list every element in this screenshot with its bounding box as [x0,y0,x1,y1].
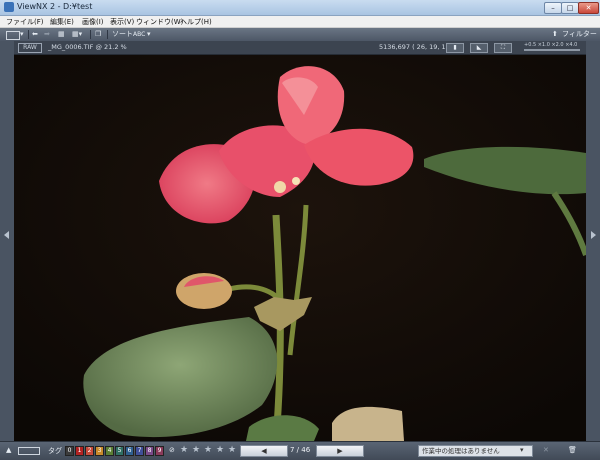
grid-dropdown-icon[interactable]: ▦▾ [72,30,82,39]
dropdown-icon[interactable]: ▾ [20,30,24,39]
next-image-button[interactable]: ▶ [316,445,364,457]
menu-edit[interactable]: 編集(E) [50,17,74,27]
app-icon [4,2,14,12]
filter-icon[interactable]: ⬆ [552,30,558,39]
menu-image[interactable]: 画像(I) [82,17,104,27]
image-info-bar: RAW _MG_0006.TIF @ 21.2 % 5136,697 ( 26,… [14,41,586,55]
menu-window[interactable]: ウィンドウ(W) [136,17,183,27]
raw-badge: RAW [18,43,42,53]
rating-star-3[interactable]: ★ [204,445,212,455]
minimize-button[interactable]: – [544,2,562,14]
close-button[interactable]: ✕ [578,2,599,14]
image-viewer[interactable] [14,55,586,441]
sort-value[interactable]: ABC [133,30,145,39]
up-arrow-icon[interactable]: ▲ [6,446,11,454]
file-info: _MG_0006.TIF @ 21.2 % [48,43,127,51]
info-toggle-button[interactable]: ▮ [446,43,464,53]
trash-icon[interactable]: 🗑 [568,446,577,454]
right-panel-strip[interactable] [586,41,600,441]
grid-icon[interactable]: ▦ [58,30,65,39]
back-arrow-icon[interactable]: ⬅ [32,30,38,39]
sort-label: ソート [112,30,133,38]
title-bar: ViewNX 2 - D:¥test – □ ✕ [0,0,600,16]
zoom-slider[interactable] [524,49,580,51]
status-dropdown-icon[interactable]: ▾ [520,446,524,454]
rating-star-5[interactable]: ★ [228,445,236,455]
histogram-button[interactable]: ◣ [470,43,488,53]
label-0[interactable]: 0 [65,446,74,456]
label-4[interactable]: 4 [105,446,114,456]
toolbar: ▾ ⬅ ➡ ▦ ▦▾ ❐ ソート ABC ▾ ⬆ フィルター [0,28,600,42]
cancel-icon[interactable]: ✕ [543,446,549,454]
no-rating-icon[interactable]: ⊘ [169,446,175,454]
label-3[interactable]: 3 [95,446,104,456]
pixel-coordinate-readout: 5136,697 ( 26, 19, 15 ) [379,43,455,51]
rating-star-4[interactable]: ★ [216,445,224,455]
label-8[interactable]: 8 [145,446,154,456]
copy-icon[interactable]: ❐ [95,30,101,39]
label-6[interactable]: 6 [125,446,134,456]
menu-bar: ファイル(F) 編集(E) 画像(I) 表示(V) ウィンドウ(W) ヘルプ(H… [0,16,600,28]
label-7[interactable]: 7 [135,446,144,456]
label-1[interactable]: 1 [75,446,84,456]
flower-photo [14,55,586,441]
label-2[interactable]: 2 [85,446,94,456]
filter-button[interactable]: フィルター [562,30,597,39]
forward-arrow-icon[interactable]: ➡ [44,30,50,39]
image-counter: 7 / 46 [290,446,311,454]
app-window: ViewNX 2 - D:¥test – □ ✕ ファイル(F) 編集(E) 画… [0,0,600,460]
menu-help[interactable]: ヘルプ(H) [180,17,212,27]
label-9[interactable]: 9 [155,446,164,456]
layout-icon[interactable] [6,31,20,40]
tag-label: タグ [48,447,62,455]
menu-view[interactable]: 表示(V) [110,17,134,27]
rating-star-2[interactable]: ★ [192,445,200,455]
fit-screen-button[interactable]: ⛶ [494,43,512,53]
panel-arrow-icon[interactable] [591,231,596,239]
filmstrip-icon[interactable] [18,447,40,455]
left-panel-strip[interactable] [0,41,14,441]
previous-image-button[interactable]: ◀ [240,445,288,457]
maximize-button[interactable]: □ [561,2,579,14]
zoom-scale: +0.5 ×1.0 ×2.0 ×4.0 [524,42,578,48]
menu-file[interactable]: ファイル(F) [6,17,44,27]
window-title: ViewNX 2 - D:¥test [17,2,93,11]
bottom-bar: ▲ タグ 0 1 2 3 4 5 6 7 8 9 ⊘ ★ ★ ★ ★ ★ ◀ 7… [0,441,600,460]
panel-arrow-icon[interactable] [4,231,9,239]
label-5[interactable]: 5 [115,446,124,456]
rating-star-1[interactable]: ★ [180,445,188,455]
status-dropdown[interactable]: 作業中の処理はありません [418,445,533,457]
sort-dropdown-icon[interactable]: ▾ [147,30,151,39]
